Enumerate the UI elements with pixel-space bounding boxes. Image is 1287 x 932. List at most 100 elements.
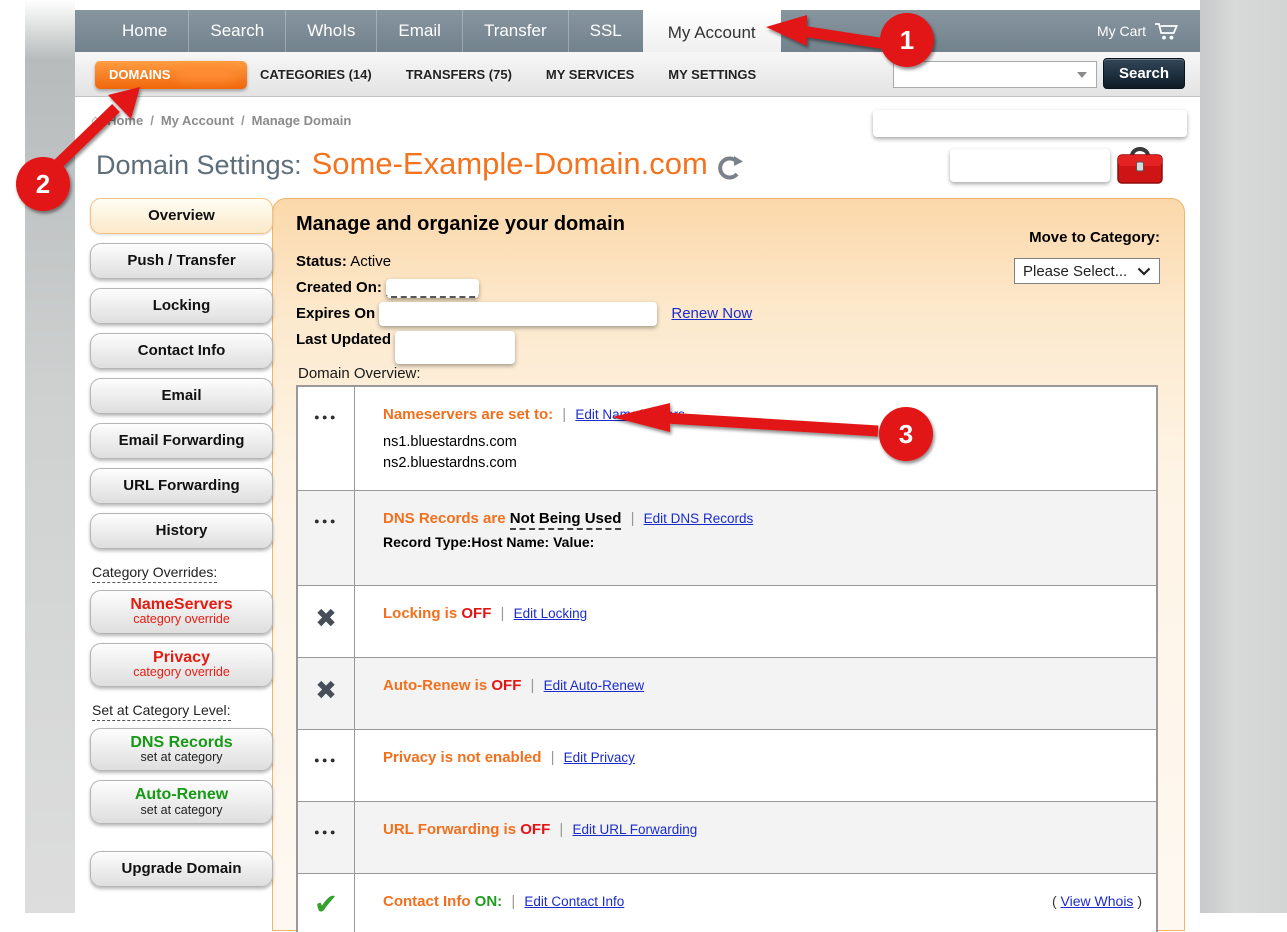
record-meta: Record Type:Host Name: Value: [383, 534, 1142, 550]
sidebar-item-email-forwarding[interactable]: Email Forwarding [90, 423, 273, 459]
dropdown-arrow-icon[interactable] [1077, 72, 1087, 78]
row-title: Contact Info [383, 893, 471, 910]
page: Home Search WhoIs Email Transfer SSL My … [75, 0, 1200, 931]
expires-line: Expires On Renew Now [296, 301, 752, 327]
my-cart-button[interactable]: My Cart [1097, 10, 1180, 52]
domain-overview-table: ●●● Nameservers are set to: | Edit NameS… [296, 385, 1158, 932]
subnav-item-transfers[interactable]: TRANSFERS (75) [406, 67, 512, 82]
tab-ssl[interactable]: SSL [568, 10, 643, 52]
row-title: URL Forwarding is [383, 821, 516, 838]
sidebar-item-email[interactable]: Email [90, 378, 273, 414]
category-overrides-heading: Category Overrides: [90, 564, 273, 580]
dots-icon: ●●● [314, 827, 338, 837]
toolbox-icon[interactable] [1115, 142, 1165, 188]
cross-icon: ✖ [315, 608, 337, 628]
table-row-contact-info: ✔ Contact Info ON: | Edit Contact Info (… [298, 873, 1156, 932]
breadcrumb-home[interactable]: Home [107, 113, 143, 128]
edit-url-forwarding-link[interactable]: Edit URL Forwarding [573, 822, 698, 837]
tab-whois[interactable]: WhoIs [285, 10, 376, 52]
status-value: Active [350, 253, 391, 270]
search-button[interactable]: Search [1103, 58, 1185, 89]
dots-icon: ●●● [314, 516, 338, 526]
refresh-icon[interactable] [716, 154, 744, 182]
redacted-field [950, 149, 1110, 182]
nameserver-value: ns2.bluestardns.com [383, 453, 1142, 474]
subnav-item-my-services[interactable]: MY SERVICES [546, 67, 634, 82]
updated-line: Last Updated [296, 327, 752, 353]
row-title: Nameservers are set to: [383, 406, 553, 423]
tab-search[interactable]: Search [188, 10, 285, 52]
category-sublabel: set at category [91, 804, 272, 818]
edit-nameservers-link[interactable]: Edit NameServers [575, 407, 685, 422]
view-whois: ( View Whois ) [1052, 893, 1142, 909]
row-status: OFF [491, 677, 521, 694]
edit-locking-link[interactable]: Edit Locking [514, 606, 588, 621]
sidebar-item-contact-info[interactable]: Contact Info [90, 333, 273, 369]
sidebar-item-auto-renew-category[interactable]: Auto-Renew set at category [90, 780, 273, 824]
subnav-item-categories[interactable]: CATEGORIES (14) [260, 67, 372, 82]
subnav-item-domains[interactable]: DOMAINS [95, 61, 247, 89]
breadcrumb-separator: / [241, 113, 245, 128]
page-title-prefix: Domain Settings: [96, 150, 302, 181]
domain-search-combobox[interactable] [893, 61, 1097, 88]
sidebar-item-push-transfer[interactable]: Push / Transfer [90, 243, 273, 279]
upgrade-domain-button[interactable]: Upgrade Domain [90, 851, 273, 887]
sidebar-item-url-forwarding[interactable]: URL Forwarding [90, 468, 273, 504]
subnav-item-my-settings[interactable]: MY SETTINGS [668, 67, 756, 82]
separator: | [562, 406, 566, 423]
separator: | [631, 510, 635, 527]
domain-settings-sidebar: Overview Push / Transfer Locking Contact… [90, 198, 273, 896]
sidebar-item-overview[interactable]: Overview [90, 198, 273, 234]
row-title: Locking is [383, 605, 457, 622]
override-sublabel: category override [91, 613, 272, 627]
tab-email[interactable]: Email [376, 10, 462, 52]
tab-home[interactable]: Home [101, 10, 188, 52]
breadcrumb-separator: / [150, 113, 154, 128]
set-at-category-heading: Set at Category Level: [90, 702, 273, 718]
domain-search-input[interactable] [889, 62, 1077, 87]
row-title: DNS Records are [383, 510, 506, 527]
sidebar-item-locking[interactable]: Locking [90, 288, 273, 324]
redacted-expiry-date [379, 302, 657, 326]
sidebar-item-privacy-override[interactable]: Privacy category override [90, 643, 273, 687]
table-row-dns-records: ●●● DNS Records are Not Being Used | Edi… [298, 490, 1156, 585]
edit-auto-renew-link[interactable]: Edit Auto-Renew [544, 678, 645, 693]
row-status: OFF [520, 821, 550, 838]
check-icon: ✔ [314, 894, 338, 916]
override-sublabel: category override [91, 666, 272, 680]
category-label: Auto-Renew [91, 786, 272, 803]
cross-icon: ✖ [315, 680, 337, 700]
tab-transfer[interactable]: Transfer [462, 10, 568, 52]
category-sublabel: set at category [91, 751, 272, 765]
sidebar-item-nameservers-override[interactable]: NameServers category override [90, 590, 273, 634]
domain-name: Some-Example-Domain.com [312, 146, 708, 182]
breadcrumb-manage-domain: Manage Domain [252, 113, 352, 128]
sidebar-item-dns-records-category[interactable]: DNS Records set at category [90, 728, 273, 772]
override-label: NameServers [91, 596, 272, 613]
sidebar-item-history[interactable]: History [90, 513, 273, 549]
override-label: Privacy [91, 649, 272, 666]
table-row-privacy: ●●● Privacy is not enabled | Edit Privac… [298, 729, 1156, 801]
edit-contact-info-link[interactable]: Edit Contact Info [524, 894, 624, 909]
breadcrumb: ⌂ Home / My Account / Manage Domain [91, 112, 351, 129]
cart-icon [1154, 21, 1180, 41]
domains-label: DOMAINS [109, 67, 170, 82]
account-sub-navigation: DOMAINS CATEGORIES (14) TRANSFERS (75) M… [75, 52, 1200, 97]
redacted-domains-count [177, 68, 235, 81]
redacted-updated-date [395, 331, 515, 364]
table-row-nameservers: ●●● Nameservers are set to: | Edit NameS… [298, 387, 1156, 490]
subnav-items: CATEGORIES (14) TRANSFERS (75) MY SERVIC… [260, 52, 756, 97]
breadcrumb-my-account[interactable]: My Account [161, 113, 234, 128]
renew-now-link[interactable]: Renew Now [671, 305, 752, 322]
my-cart-label: My Cart [1097, 23, 1146, 39]
edit-privacy-link[interactable]: Edit Privacy [564, 750, 635, 765]
redacted-field [873, 110, 1187, 137]
move-to-category-label: Move to Category: [1029, 229, 1160, 246]
status-line: Status: Active [296, 249, 752, 275]
separator: | [501, 605, 505, 622]
outer-background-left [25, 0, 75, 913]
category-select[interactable]: Please Select... [1014, 258, 1160, 284]
view-whois-link[interactable]: View Whois [1061, 893, 1134, 909]
edit-dns-records-link[interactable]: Edit DNS Records [644, 511, 754, 526]
top-navigation-bar: Home Search WhoIs Email Transfer SSL My … [75, 10, 1200, 52]
